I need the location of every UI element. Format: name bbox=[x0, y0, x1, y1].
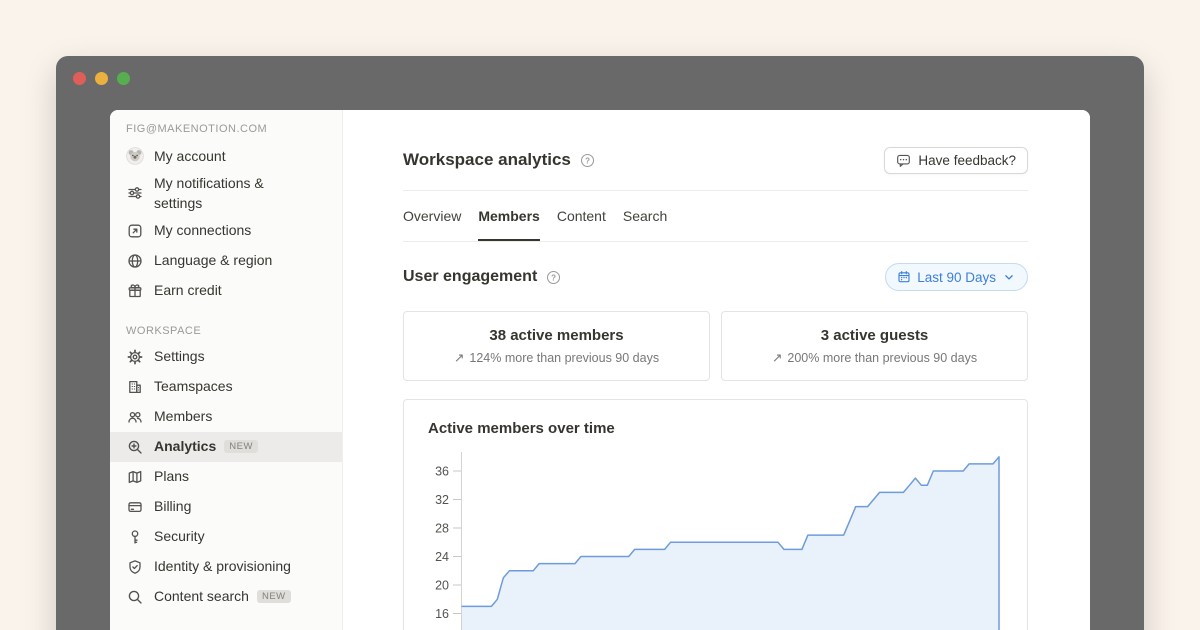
stat-card-active-members: 38 active members ↗ 124% more than previ… bbox=[403, 311, 710, 381]
page-title: Workspace analytics ? bbox=[403, 150, 595, 170]
sidebar-item-label: Plans bbox=[154, 466, 189, 486]
sidebar-item-label: Language & region bbox=[154, 250, 272, 270]
tab-overview[interactable]: Overview bbox=[403, 191, 461, 241]
sidebar-item-members[interactable]: Members bbox=[110, 402, 342, 432]
stat-value: 3 active guests bbox=[821, 327, 929, 344]
sidebar-item-identity-provisioning[interactable]: Identity & provisioning bbox=[110, 552, 342, 582]
sidebar-item-security[interactable]: Security bbox=[110, 522, 342, 552]
sidebar-item-settings[interactable]: Settings bbox=[110, 342, 342, 372]
svg-text:?: ? bbox=[551, 273, 556, 282]
tab-search[interactable]: Search bbox=[623, 191, 667, 241]
sliders-icon bbox=[126, 184, 144, 202]
main-content: Workspace analytics ? bbox=[343, 110, 1090, 630]
sidebar-item-plans[interactable]: Plans bbox=[110, 462, 342, 492]
sidebar-item-label: Teamspaces bbox=[154, 376, 233, 396]
tab-content[interactable]: Content bbox=[557, 191, 606, 241]
svg-text:32: 32 bbox=[435, 493, 449, 507]
svg-text:28: 28 bbox=[435, 522, 449, 536]
analytics-tabs: Overview Members Content Search bbox=[403, 191, 1028, 242]
tab-members[interactable]: Members bbox=[478, 191, 539, 241]
globe-icon bbox=[126, 252, 144, 270]
chevron-down-icon bbox=[1002, 270, 1016, 284]
speech-bubble-icon bbox=[896, 153, 911, 168]
magnifier-plus-icon bbox=[126, 438, 144, 456]
zoom-button[interactable] bbox=[117, 72, 130, 85]
sidebar-item-label: Members bbox=[154, 406, 212, 426]
people-icon bbox=[126, 408, 144, 426]
building-icon bbox=[126, 378, 144, 396]
svg-text:20: 20 bbox=[435, 579, 449, 593]
close-button[interactable] bbox=[73, 72, 86, 85]
new-badge: NEW bbox=[257, 590, 291, 604]
svg-text:16: 16 bbox=[435, 607, 449, 621]
stat-delta: ↗ 200% more than previous 90 days bbox=[772, 350, 977, 365]
map-icon bbox=[126, 468, 144, 486]
trend-up-icon: ↗ bbox=[454, 350, 464, 365]
new-badge: NEW bbox=[224, 440, 258, 454]
sidebar-item-label: Settings bbox=[154, 346, 205, 366]
sidebar-item-language-region[interactable]: Language & region bbox=[110, 246, 342, 276]
window-titlebar bbox=[56, 56, 1144, 110]
sidebar-item-label: My account bbox=[154, 146, 226, 166]
sidebar-item-label: Identity & provisioning bbox=[154, 556, 291, 576]
shield-check-icon bbox=[126, 558, 144, 576]
sidebar-item-my-account[interactable]: My account bbox=[110, 141, 342, 171]
magnifier-icon bbox=[126, 588, 144, 606]
avatar bbox=[126, 147, 144, 165]
workspace-section-header: WORKSPACE bbox=[110, 325, 342, 337]
sidebar-item-label: My connections bbox=[154, 220, 251, 240]
stat-card-active-guests: 3 active guests ↗ 200% more than previou… bbox=[721, 311, 1028, 381]
key-icon bbox=[126, 528, 144, 546]
gift-icon bbox=[126, 282, 144, 300]
sidebar-item-teamspaces[interactable]: Teamspaces bbox=[110, 372, 342, 402]
sidebar-item-label: Security bbox=[154, 526, 205, 546]
minimize-button[interactable] bbox=[95, 72, 108, 85]
settings-panel: FIG@MAKENOTION.COM My account bbox=[110, 110, 1090, 630]
chart-card: 16 20 24 28 32 36 Active members over time bbox=[403, 399, 1028, 630]
stat-value: 38 active members bbox=[489, 327, 623, 344]
sidebar-item-content-search[interactable]: Content search NEW bbox=[110, 582, 342, 612]
credit-card-icon bbox=[126, 498, 144, 516]
calendar-icon bbox=[897, 270, 911, 284]
help-icon[interactable]: ? bbox=[546, 270, 561, 285]
sidebar-item-analytics[interactable]: Analytics NEW bbox=[110, 432, 342, 462]
trend-up-icon: ↗ bbox=[772, 350, 782, 365]
have-feedback-button[interactable]: Have feedback? bbox=[884, 147, 1028, 174]
svg-text:36: 36 bbox=[435, 465, 449, 479]
help-icon[interactable]: ? bbox=[580, 153, 595, 168]
sidebar-item-label: My notifications & settings bbox=[154, 173, 312, 214]
sidebar-item-label: Analytics bbox=[154, 436, 216, 456]
sidebar-item-billing[interactable]: Billing bbox=[110, 492, 342, 522]
sidebar-item-earn-credit[interactable]: Earn credit bbox=[110, 276, 342, 306]
settings-sidebar: FIG@MAKENOTION.COM My account bbox=[110, 110, 343, 630]
svg-text:?: ? bbox=[585, 156, 590, 165]
sidebar-item-my-connections[interactable]: My connections bbox=[110, 216, 342, 246]
sidebar-item-label: Earn credit bbox=[154, 280, 222, 300]
sidebar-item-label: Billing bbox=[154, 496, 191, 516]
account-email: FIG@MAKENOTION.COM bbox=[110, 123, 342, 135]
section-title-user-engagement: User engagement ? bbox=[403, 268, 561, 286]
sidebar-item-notifications-settings[interactable]: My notifications & settings bbox=[110, 171, 342, 216]
app-window: FIG@MAKENOTION.COM My account bbox=[56, 56, 1144, 630]
sidebar-item-label: Content search bbox=[154, 586, 249, 606]
chart-title: Active members over time bbox=[428, 420, 615, 437]
svg-text:24: 24 bbox=[435, 550, 449, 564]
external-link-icon bbox=[126, 222, 144, 240]
date-range-button[interactable]: Last 90 Days bbox=[885, 263, 1028, 291]
stat-delta: ↗ 124% more than previous 90 days bbox=[454, 350, 659, 365]
gear-icon bbox=[126, 348, 144, 366]
